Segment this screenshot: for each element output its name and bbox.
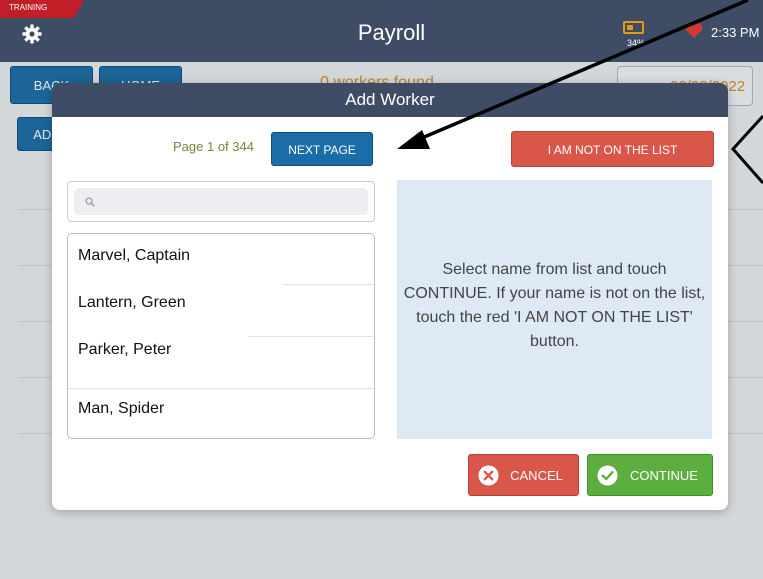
- list-item[interactable]: Marvel, Captain: [68, 247, 374, 265]
- instructions-text: Select name from list and touch CONTINUE…: [403, 261, 706, 350]
- instructions-panel: Select name from list and touch CONTINUE…: [397, 180, 712, 439]
- list-item[interactable]: Parker, Peter: [68, 341, 374, 359]
- list-item[interactable]: Man, Spider: [68, 400, 374, 418]
- divider: [283, 284, 374, 285]
- heart-icon: [685, 23, 703, 38]
- not-on-list-button[interactable]: I AM NOT ON THE LIST: [511, 131, 714, 167]
- search-icon: [85, 197, 95, 207]
- worker-list[interactable]: Marvel, Captain Lantern, Green Parker, P…: [67, 233, 375, 439]
- dialog-title: Add Worker: [52, 83, 728, 117]
- search-box: [67, 181, 375, 222]
- battery-percent: 34%: [627, 38, 646, 48]
- top-bar: TRAINING Payroll 34% 2:33 PM: [0, 0, 763, 62]
- page-title: Payroll: [357, 20, 426, 45]
- clock: 2:33 PM: [711, 25, 760, 40]
- close-icon: [478, 465, 499, 486]
- search-input[interactable]: [74, 188, 368, 215]
- page-indicator: Page 1 of 344: [173, 139, 254, 154]
- cancel-button[interactable]: CANCEL: [468, 454, 579, 496]
- next-page-button[interactable]: NEXT PAGE: [271, 132, 373, 166]
- divider: [68, 388, 374, 389]
- app-window: TRAINING Payroll 34% 2:33 PM BACK HOME 0: [0, 0, 763, 579]
- continue-button[interactable]: CONTINUE: [587, 454, 713, 496]
- training-badge: TRAINING: [0, 0, 84, 18]
- list-item[interactable]: Lantern, Green: [68, 294, 374, 312]
- add-worker-dialog: Add Worker Page 1 of 344 NEXT PAGE I AM …: [52, 83, 728, 510]
- continue-label: CONTINUE: [630, 468, 698, 483]
- cancel-label: CANCEL: [510, 468, 563, 483]
- battery-icon: [623, 21, 644, 34]
- divider: [248, 336, 374, 337]
- check-icon: [597, 465, 618, 486]
